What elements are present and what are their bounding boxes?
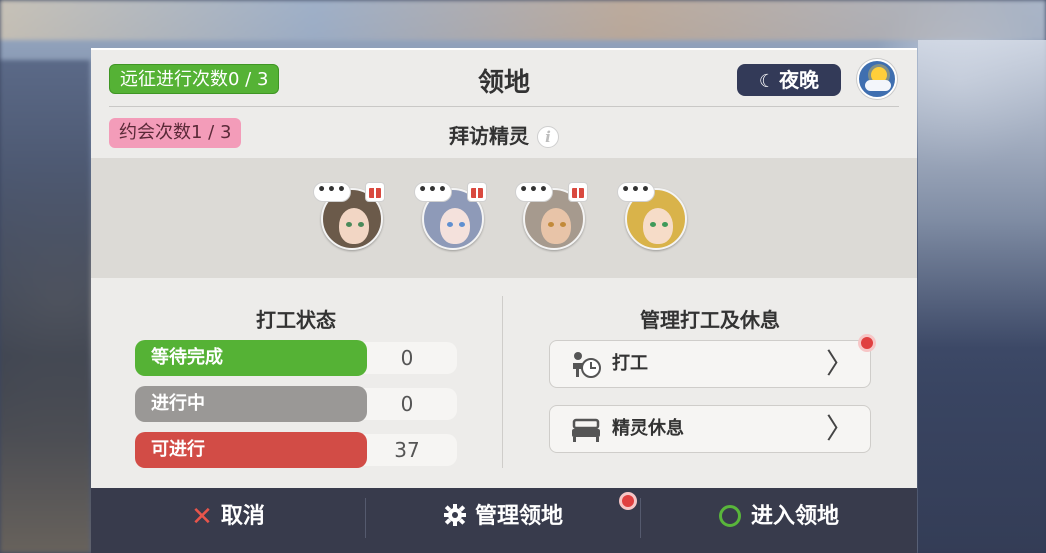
spirit-eye (358, 222, 364, 227)
spirit-eye (548, 222, 554, 227)
status-row-available: 37 可进行 (135, 432, 457, 468)
spirit-eye (447, 222, 453, 227)
notification-dot (858, 334, 876, 352)
enter-territory-label: 进入领地 (750, 504, 839, 529)
status-available-value: 37 (357, 434, 457, 466)
chat-bubble-icon: ••• (414, 182, 452, 202)
status-waiting-label: 等待完成 (135, 340, 367, 376)
cloud-icon (865, 80, 891, 91)
spirit-list: ••• ••• ••• ••• (91, 158, 917, 278)
spirit-rest-button[interactable]: 精灵休息 〉 (549, 405, 871, 453)
cancel-label: 取消 (220, 504, 265, 529)
status-row-waiting: 0 等待完成 (135, 340, 457, 376)
spirit-face (643, 208, 673, 244)
time-of-day-label: 夜晚 (779, 68, 820, 92)
visit-spirits-title: 拜访精灵 i (91, 120, 917, 149)
spirit-eye (459, 222, 465, 227)
spirit-face (440, 208, 470, 244)
info-icon[interactable]: i (537, 126, 559, 148)
confirm-circle-icon (718, 505, 741, 527)
chat-bubble-icon: ••• (313, 182, 351, 202)
gift-icon (467, 182, 487, 202)
spirit-eye (650, 222, 656, 227)
work-button[interactable]: 打工 〉 (549, 340, 871, 388)
header-divider (109, 106, 899, 107)
gift-icon (568, 182, 588, 202)
spirit-eye (662, 222, 668, 227)
enter-territory-button[interactable]: 进入领地 (641, 488, 917, 546)
chevron-right-icon: 〉 (825, 347, 854, 380)
background-character-art (918, 40, 1046, 553)
status-in-progress-value: 0 (357, 388, 457, 420)
work-button-label: 打工 (612, 353, 648, 374)
status-in-progress-label: 进行中 (135, 386, 367, 422)
cancel-button[interactable]: ✕ 取消 (91, 488, 365, 546)
spirit-face (339, 208, 369, 244)
manage-territory-label: 管理领地 (474, 504, 563, 529)
work-status-title: 打工状态 (256, 308, 336, 332)
spirit-face (541, 208, 571, 244)
chat-bubble-icon: ••• (515, 182, 553, 202)
chat-bubble-icon: ••• (617, 182, 655, 202)
notification-dot (619, 492, 637, 510)
weather-icon[interactable] (857, 59, 897, 99)
close-icon: ✕ (191, 502, 213, 532)
gear-icon (443, 504, 466, 526)
section-divider (502, 296, 503, 468)
work-clock-icon (573, 352, 601, 378)
status-waiting-value: 0 (357, 342, 457, 374)
spirit-eye (560, 222, 566, 227)
visit-spirits-label: 拜访精灵 (449, 124, 529, 148)
panel-header: 远征进行次数0 / 3 领地 ☾ 夜晚 (91, 50, 917, 106)
status-available-label: 可进行 (135, 432, 367, 468)
manage-territory-button[interactable]: 管理领地 (366, 488, 640, 546)
gift-icon (365, 182, 385, 202)
chevron-right-icon: 〉 (825, 412, 854, 445)
spirit-eye (346, 222, 352, 227)
manage-title: 管理打工及休息 (640, 308, 780, 332)
time-of-day-button[interactable]: ☾ 夜晚 (737, 64, 841, 96)
territory-panel: 远征进行次数0 / 3 领地 ☾ 夜晚 约会次数1 / 3 拜访精灵 i ••• •… (91, 48, 917, 488)
spirit-rest-button-label: 精灵休息 (612, 418, 684, 439)
footer-bar: ✕ 取消 管理领地 进入领地 (91, 488, 917, 553)
status-row-in-progress: 0 进行中 (135, 386, 457, 422)
bed-icon (572, 418, 600, 442)
moon-icon: ☾ (758, 71, 776, 92)
